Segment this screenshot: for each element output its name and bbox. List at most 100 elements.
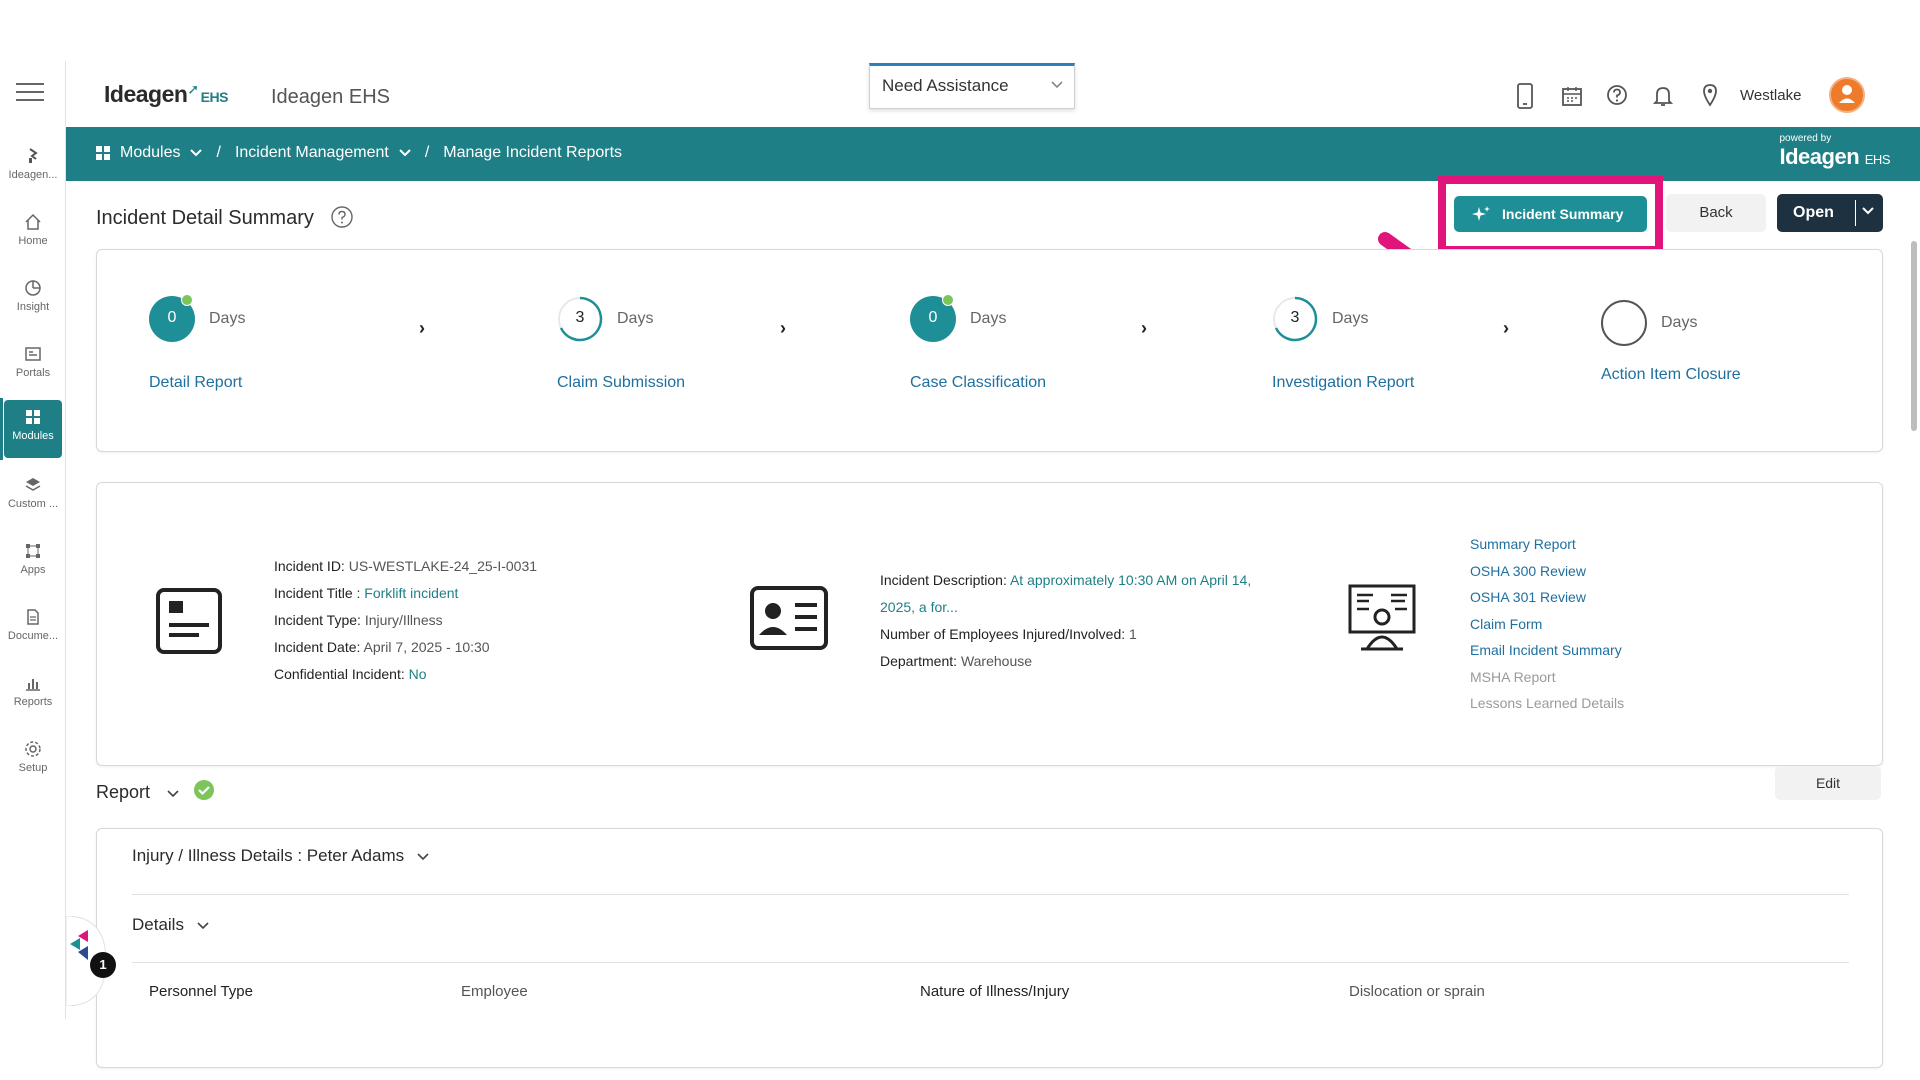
sidebar-item-label: Ideagen... bbox=[8, 169, 58, 181]
location-pin-icon[interactable] bbox=[1702, 83, 1718, 107]
sidebar-item-label: Home bbox=[18, 235, 48, 247]
breadcrumb-incident-management[interactable]: Incident Management bbox=[235, 144, 389, 162]
department-value: Warehouse bbox=[960, 653, 1033, 669]
portals-icon bbox=[25, 347, 41, 361]
sidebar-item-reports[interactable]: Reports bbox=[4, 666, 62, 724]
stage-name[interactable]: Claim Submission bbox=[557, 374, 685, 392]
stage-name[interactable]: Case Classification bbox=[910, 374, 1046, 392]
location-label[interactable]: Westlake bbox=[1740, 87, 1801, 104]
chevron-down-icon bbox=[197, 922, 209, 930]
button-divider bbox=[1855, 200, 1856, 226]
description-row-cont: 2025, a for... bbox=[880, 594, 1251, 621]
sidebar-item-home[interactable]: Home bbox=[4, 205, 62, 263]
report-section-toggle[interactable]: Report bbox=[96, 782, 179, 803]
app-frame: Ideagen... Home Insight Portals Modules … bbox=[0, 61, 1920, 1068]
sidebar-item-label: Modules bbox=[12, 430, 54, 442]
breadcrumb-separator: / bbox=[424, 144, 430, 161]
chevron-down-icon bbox=[1051, 81, 1063, 89]
stage-days: Days bbox=[209, 310, 246, 327]
chevron-down-icon[interactable] bbox=[190, 149, 203, 157]
sidebar-item-modules[interactable]: Modules bbox=[4, 400, 62, 458]
hamburger-menu-icon[interactable] bbox=[16, 83, 44, 103]
incident-id-row: Incident ID: US-WESTLAKE-24_25-I-0031 bbox=[274, 553, 537, 580]
email-incident-summary-link[interactable]: Email Incident Summary bbox=[1470, 637, 1624, 664]
details-section-toggle[interactable]: Details bbox=[132, 915, 209, 935]
open-button-label: Open bbox=[1793, 204, 1834, 221]
incident-title-value[interactable]: Forklift incident bbox=[364, 585, 458, 601]
ideagen-ehs-logo[interactable]: Ideagen➚ EHS bbox=[104, 81, 228, 108]
injury-section-toggle[interactable]: Injury / Illness Details : Peter Adams bbox=[132, 846, 429, 866]
logo-text: Ideagen bbox=[104, 81, 188, 107]
stage-count bbox=[1601, 300, 1647, 346]
help-icon[interactable] bbox=[1606, 84, 1628, 106]
nature-of-injury-value: Dislocation or sprain bbox=[1349, 983, 1485, 1000]
sidebar-item-documents[interactable]: Docume... bbox=[4, 600, 62, 658]
need-assistance-dropdown[interactable]: Need Assistance bbox=[869, 63, 1075, 109]
incident-date-label: Incident Date: bbox=[274, 639, 361, 655]
incident-type-value: Injury/Illness bbox=[364, 612, 443, 628]
bell-icon[interactable] bbox=[1653, 84, 1673, 108]
logo-mark-icon: ➚ bbox=[187, 81, 199, 97]
reports-icon bbox=[26, 679, 40, 691]
back-button[interactable]: Back bbox=[1666, 194, 1766, 232]
home-icon bbox=[25, 213, 41, 230]
breadcrumb-current: Manage Incident Reports bbox=[443, 144, 623, 161]
summary-report-link[interactable]: Summary Report bbox=[1470, 531, 1624, 558]
report-details-card: Injury / Illness Details : Peter Adams D… bbox=[96, 828, 1883, 1068]
mobile-icon[interactable] bbox=[1515, 83, 1535, 109]
osha-301-review-link[interactable]: OSHA 301 Review bbox=[1470, 584, 1624, 611]
stage-name[interactable]: Investigation Report bbox=[1272, 374, 1414, 392]
help-icon[interactable] bbox=[330, 205, 354, 229]
chevron-down-icon[interactable] bbox=[1861, 206, 1875, 216]
report-document-icon bbox=[156, 588, 222, 654]
chevron-right-icon: › bbox=[780, 318, 786, 338]
ideagen-icon bbox=[29, 148, 38, 163]
need-assistance-label: Need Assistance bbox=[882, 76, 1009, 95]
page-title: Incident Detail Summary bbox=[96, 207, 314, 229]
chevron-down-icon bbox=[167, 790, 179, 798]
incident-info-card: Incident ID: US-WESTLAKE-24_25-I-0031 In… bbox=[96, 482, 1883, 766]
incident-type-row: Incident Type: Injury/Illness bbox=[274, 607, 537, 634]
sidebar-item-insight[interactable]: Insight bbox=[4, 271, 62, 329]
powered-brand-suffix: EHS bbox=[1864, 152, 1891, 167]
top-bar: Ideagen➚ EHS Ideagen EHS Need Assistance … bbox=[66, 61, 1920, 127]
incident-title-label: Incident Title : bbox=[274, 585, 361, 601]
sidebar-item-setup[interactable]: Setup bbox=[4, 732, 62, 790]
section-divider bbox=[132, 894, 1849, 895]
incident-date-value: April 7, 2025 - 10:30 bbox=[363, 639, 490, 655]
breadcrumb-modules[interactable]: Modules bbox=[120, 144, 180, 162]
sidebar-item-apps[interactable]: Apps bbox=[4, 534, 62, 592]
osha-300-review-link[interactable]: OSHA 300 Review bbox=[1470, 558, 1624, 585]
claim-form-link[interactable]: Claim Form bbox=[1470, 611, 1624, 638]
check-icon bbox=[181, 294, 193, 306]
personnel-type-value: Employee bbox=[461, 983, 528, 1000]
confidential-label: Confidential Incident: bbox=[274, 666, 405, 682]
calendar-icon[interactable] bbox=[1561, 85, 1583, 107]
user-avatar[interactable] bbox=[1829, 77, 1865, 113]
stage-days: Days bbox=[1332, 310, 1369, 327]
stage-days: Days bbox=[970, 310, 1007, 327]
edit-button[interactable]: Edit bbox=[1775, 766, 1881, 800]
employees-value: 1 bbox=[1129, 626, 1137, 642]
sidebar-item-ideagen[interactable]: Ideagen... bbox=[4, 139, 62, 197]
description-value-cont[interactable]: 2025, a for... bbox=[880, 599, 958, 615]
scrollbar-thumb[interactable] bbox=[1911, 241, 1917, 431]
app-title: Ideagen EHS bbox=[271, 86, 390, 108]
sidebar-item-label: Reports bbox=[13, 696, 53, 708]
chevron-right-icon: › bbox=[1141, 318, 1147, 338]
sidebar-item-portals[interactable]: Portals bbox=[4, 337, 62, 395]
personnel-type-label: Personnel Type bbox=[149, 983, 253, 1000]
msha-report-link: MSHA Report bbox=[1470, 668, 1556, 685]
report-links: Summary Report OSHA 300 Review OSHA 301 … bbox=[1470, 531, 1624, 717]
documents-icon bbox=[27, 609, 39, 625]
chevron-down-icon[interactable] bbox=[399, 149, 411, 157]
stage-name[interactable]: Action Item Closure bbox=[1601, 366, 1741, 384]
sidebar-item-custom[interactable]: Custom ... bbox=[4, 468, 62, 526]
description-label: Incident Description: bbox=[880, 572, 1007, 588]
open-button[interactable]: Open bbox=[1777, 194, 1883, 232]
stage-name[interactable]: Detail Report bbox=[149, 374, 242, 392]
confidential-row: Confidential Incident: No bbox=[274, 661, 537, 688]
incident-primary-details: Incident ID: US-WESTLAKE-24_25-I-0031 In… bbox=[274, 553, 537, 688]
breadcrumb: Modules / Incident Management / Manage I… bbox=[96, 144, 622, 162]
description-value[interactable]: At approximately 10:30 AM on April 14, bbox=[1010, 572, 1251, 588]
